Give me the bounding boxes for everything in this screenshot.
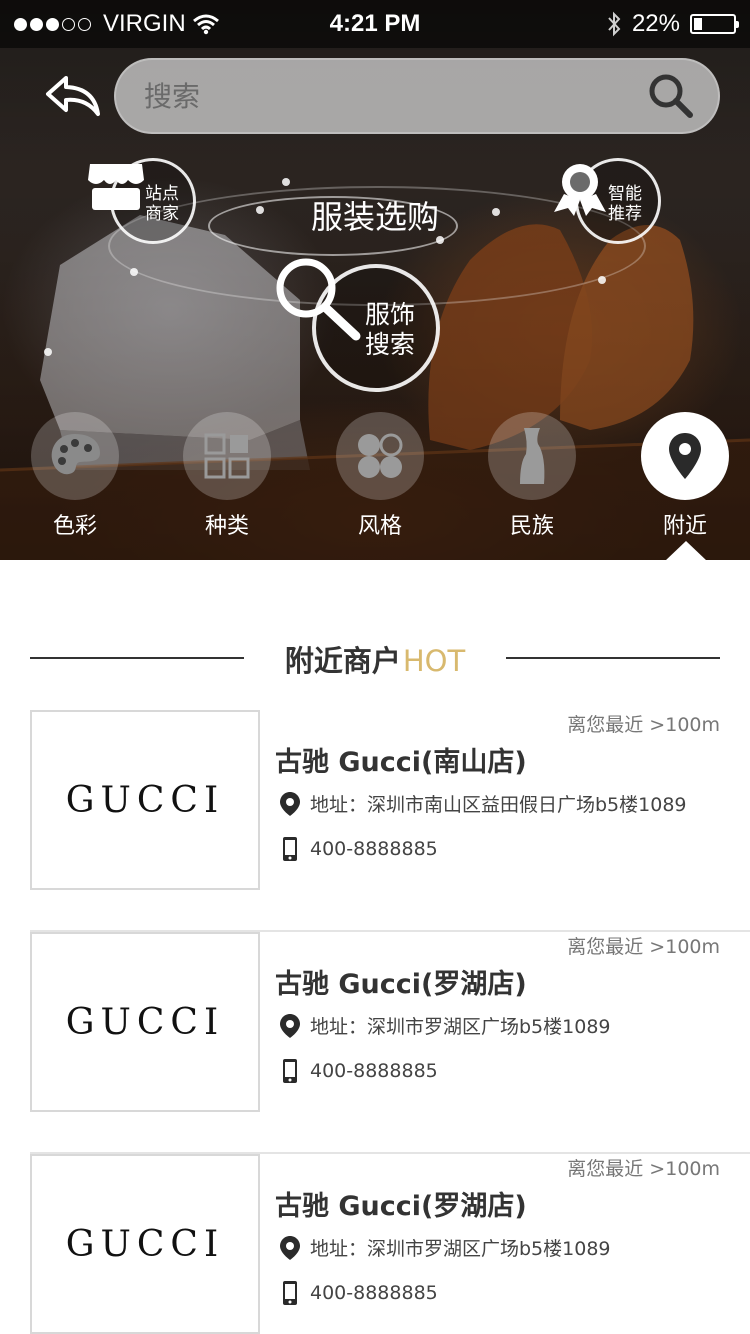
grid-icon [204, 433, 250, 479]
hero-banner: VIRGIN 4:21 PM 22% 搜索 服装选购 服饰 搜索 站点 商家 智… [0, 0, 750, 560]
clover-icon [358, 433, 403, 478]
search-icon[interactable] [646, 71, 696, 121]
shop-logo: GUCCI [30, 1154, 260, 1334]
phone-row[interactable]: 400-8888885 [278, 836, 438, 862]
distance-label: 离您最近 >100m [567, 1158, 720, 1180]
section-title: 附近商户HOT [284, 644, 466, 678]
bluetooth-icon [608, 11, 621, 37]
site-merchant-label: 站点 商家 [145, 184, 179, 224]
garment-icon [520, 428, 545, 484]
phone-icon [283, 1059, 297, 1083]
store-icon [88, 164, 144, 210]
location-icon [280, 1013, 300, 1038]
phone-icon [283, 837, 297, 861]
shop-logo: GUCCI [30, 710, 260, 890]
category-bar: 色彩 种类 风格 民族 附近 [0, 412, 750, 542]
location-icon [280, 791, 300, 816]
search-bar[interactable] [114, 58, 720, 134]
back-arrow-icon[interactable] [44, 72, 104, 120]
category-type[interactable]: 种类 [172, 412, 282, 540]
address-row: 地址：深圳市南山区益田假日广场b5楼1089 [278, 790, 687, 817]
distance-label: 离您最近 >100m [567, 936, 720, 958]
phone-row[interactable]: 400-8888885 [278, 1058, 438, 1084]
battery-icon [690, 14, 739, 34]
category-ethnic[interactable]: 民族 [477, 412, 587, 540]
phone-icon [283, 1281, 297, 1305]
search-input[interactable] [144, 79, 646, 113]
hero-title: 服装选购 [310, 198, 439, 236]
clothing-search-label: 服饰 搜索 [364, 300, 415, 359]
address-row: 地址：深圳市罗湖区广场b5楼1089 [278, 1234, 611, 1261]
shop-logo: GUCCI [30, 932, 260, 1112]
list-item[interactable]: GUCCI 离您最近 >100m 古驰 Gucci(罗湖店) 地址：深圳市罗湖区… [30, 932, 750, 1154]
category-nearby[interactable]: 附近 [630, 412, 740, 540]
status-bar: VIRGIN 4:21 PM 22% [0, 0, 750, 48]
phone-row[interactable]: 400-8888885 [278, 1280, 438, 1306]
active-tab-indicator [665, 541, 707, 561]
section-header: 附近商户HOT [0, 630, 750, 686]
map-pin-icon [669, 433, 701, 479]
location-icon [280, 1235, 300, 1260]
hot-badge: HOT [402, 644, 466, 678]
battery-percent: 22% [631, 10, 680, 37]
battery-level [694, 18, 702, 30]
smart-recommend-label: 智能 推荐 [608, 184, 642, 224]
shop-name: 古驰 Gucci(罗湖店) [275, 969, 527, 1000]
address-row: 地址：深圳市罗湖区广场b5楼1089 [278, 1012, 611, 1039]
palette-icon [51, 434, 100, 475]
list-item[interactable]: GUCCI 离您最近 >100m 古驰 Gucci(罗湖店) 地址：深圳市罗湖区… [30, 1154, 750, 1334]
distance-label: 离您最近 >100m [567, 714, 720, 736]
list-item[interactable]: GUCCI 离您最近 >100m 古驰 Gucci(南山店) 地址：深圳市南山区… [30, 710, 750, 932]
shop-name: 古驰 Gucci(南山店) [275, 747, 527, 778]
shop-name: 古驰 Gucci(罗湖店) [275, 1191, 527, 1222]
award-ribbon-icon [554, 164, 606, 216]
category-style[interactable]: 风格 [325, 412, 435, 540]
divider [506, 657, 720, 659]
category-color[interactable]: 色彩 [20, 412, 130, 540]
